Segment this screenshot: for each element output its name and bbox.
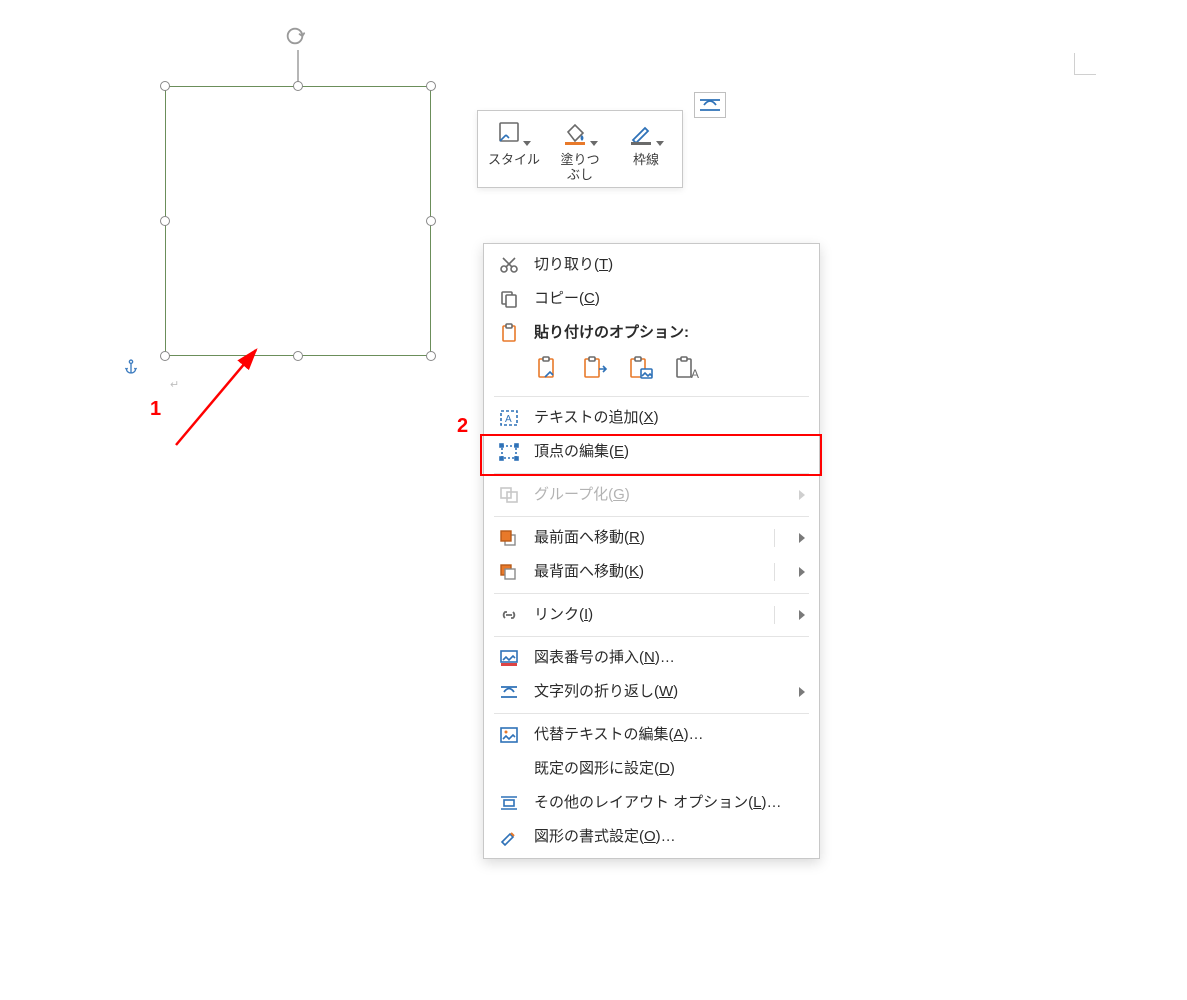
menu-separator (494, 593, 809, 594)
selection-handle-e[interactable] (426, 216, 436, 226)
menu-format-shape[interactable]: 図形の書式設定(O)… (484, 820, 819, 854)
selection-handle-w[interactable] (160, 216, 170, 226)
paste-icon (498, 323, 520, 343)
menu-set-default-label: 既定の図形に設定(D) (534, 759, 807, 779)
paste-text-only-button[interactable]: A (672, 354, 702, 384)
menu-copy[interactable]: コピー(C) (484, 282, 819, 316)
svg-text:A: A (691, 367, 699, 381)
menu-send-to-back[interactable]: 最背面へ移動(K) (484, 555, 819, 589)
menu-set-default-shape[interactable]: 既定の図形に設定(D) (484, 752, 819, 786)
menu-more-layout-label: その他のレイアウト オプション(L)… (534, 793, 807, 813)
selection-handle-se[interactable] (426, 351, 436, 361)
dropdown-caret-icon (656, 141, 664, 146)
submenu-caret-icon (799, 533, 805, 543)
menu-bring-to-front[interactable]: 最前面へ移動(R) (484, 521, 819, 555)
outline-button[interactable]: 枠線 (618, 117, 674, 185)
submenu-caret-icon (799, 610, 805, 620)
fill-button[interactable]: 塗りつ ぶし (552, 117, 608, 185)
menu-alt-text-label: 代替テキストの編集(A)… (534, 725, 807, 745)
format-shape-icon (498, 827, 520, 847)
cut-icon (498, 255, 520, 275)
menu-link-label: リンク(I) (534, 605, 760, 625)
layout-options-button[interactable] (694, 92, 726, 118)
copy-icon (498, 289, 520, 309)
dropdown-caret-icon (590, 141, 598, 146)
wrap-text-icon (498, 682, 520, 702)
rotation-connector (297, 50, 299, 85)
annotation-label-2: 2 (457, 415, 468, 438)
split-divider (774, 563, 775, 581)
selected-shape-rectangle[interactable] (165, 86, 431, 356)
menu-copy-label: コピー(C) (534, 289, 807, 309)
style-label: スタイル (488, 153, 540, 168)
blank-icon (498, 759, 520, 779)
fill-label: 塗りつ ぶし (560, 153, 599, 183)
style-gallery-button[interactable]: スタイル (486, 117, 542, 185)
send-to-back-icon (498, 562, 520, 582)
split-divider (774, 606, 775, 624)
menu-separator (494, 516, 809, 517)
selection-handle-s[interactable] (293, 351, 303, 361)
annotation-arrow-1 (166, 340, 286, 450)
paste-options-row: A (484, 350, 819, 392)
caption-icon (498, 648, 520, 668)
menu-link[interactable]: リンク(I) (484, 598, 819, 632)
paragraph-mark-icon: ↵ (170, 378, 179, 391)
selection-handle-ne[interactable] (426, 81, 436, 91)
menu-more-layout[interactable]: その他のレイアウト オプション(L)… (484, 786, 819, 820)
menu-wrap-text[interactable]: 文字列の折り返し(W) (484, 675, 819, 709)
style-icon (497, 120, 521, 149)
menu-format-shape-label: 図形の書式設定(O)… (534, 827, 807, 847)
menu-add-text-label: テキストの追加(X) (534, 408, 807, 428)
menu-separator (494, 473, 809, 474)
shape-context-menu: 切り取り(T) コピー(C) 貼り付けのオプション: A A テキストの追加(X… (483, 243, 820, 859)
split-divider (774, 529, 775, 547)
submenu-caret-icon (799, 567, 805, 577)
add-text-icon: A (498, 408, 520, 428)
menu-paste-header-label: 貼り付けのオプション: (534, 323, 807, 343)
anchor-icon (122, 358, 140, 379)
menu-edit-points[interactable]: 頂点の編集(E) (484, 435, 819, 469)
edit-points-icon (498, 442, 520, 462)
page-margin-corner (1074, 53, 1096, 75)
link-icon (498, 605, 520, 625)
submenu-caret-icon (799, 490, 805, 500)
alt-text-icon (498, 725, 520, 745)
rotation-handle-icon[interactable] (284, 25, 306, 47)
menu-send-back-label: 最背面へ移動(K) (534, 562, 760, 582)
selection-handle-n[interactable] (293, 81, 303, 91)
annotation-label-1: 1 (150, 398, 161, 421)
paste-merge-button[interactable] (580, 354, 610, 384)
menu-group: グループ化(G) (484, 478, 819, 512)
bring-to-front-icon (498, 528, 520, 548)
menu-group-label: グループ化(G) (534, 485, 785, 505)
mini-toolbar: スタイル 塗りつ ぶし 枠線 (477, 110, 683, 188)
outline-pen-icon (628, 120, 654, 149)
menu-caption-label: 図表番号の挿入(N)… (534, 648, 807, 668)
paste-picture-button[interactable] (626, 354, 656, 384)
selection-handle-sw[interactable] (160, 351, 170, 361)
svg-text:A: A (505, 414, 512, 425)
menu-separator (494, 636, 809, 637)
paste-keep-source-button[interactable] (534, 354, 564, 384)
selection-handle-nw[interactable] (160, 81, 170, 91)
menu-insert-caption[interactable]: 図表番号の挿入(N)… (484, 641, 819, 675)
menu-paste-header: 貼り付けのオプション: (484, 316, 819, 350)
menu-add-text[interactable]: A テキストの追加(X) (484, 401, 819, 435)
fill-bucket-icon (562, 120, 588, 149)
menu-separator (494, 396, 809, 397)
menu-wrap-text-label: 文字列の折り返し(W) (534, 682, 785, 702)
menu-alt-text[interactable]: 代替テキストの編集(A)… (484, 718, 819, 752)
menu-cut-label: 切り取り(T) (534, 255, 807, 275)
menu-separator (494, 713, 809, 714)
outline-label: 枠線 (633, 153, 659, 168)
menu-cut[interactable]: 切り取り(T) (484, 248, 819, 282)
menu-bring-front-label: 最前面へ移動(R) (534, 528, 760, 548)
menu-edit-points-label: 頂点の編集(E) (534, 442, 807, 462)
more-layout-icon (498, 793, 520, 813)
dropdown-caret-icon (523, 141, 531, 146)
group-icon (498, 485, 520, 505)
submenu-caret-icon (799, 687, 805, 697)
